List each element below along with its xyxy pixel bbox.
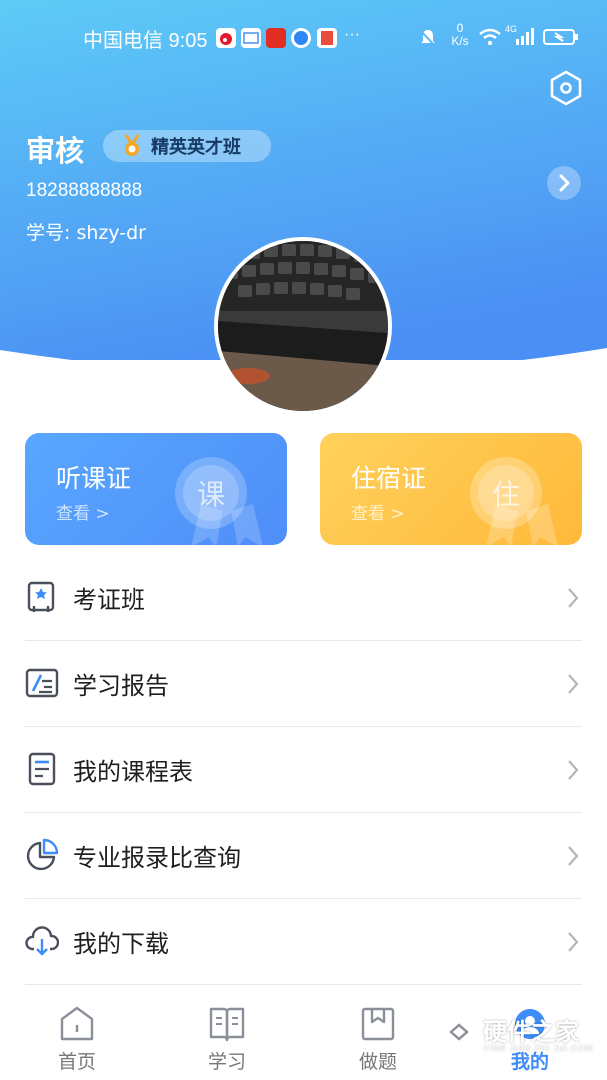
mail-app-icon <box>241 28 261 48</box>
net-speed: 0 K/s <box>449 22 471 48</box>
dorm-pass-title: 住宿证 <box>351 464 427 493</box>
pie-chart-icon <box>26 838 59 871</box>
site-watermark: 硬件之家 YING JIAN ZHI JIA.COM <box>437 1006 607 1066</box>
weibo-app-icon <box>216 28 236 48</box>
menu-item-label: 专业报录比查询 <box>73 844 241 872</box>
net-speed-value: 0 <box>456 21 464 35</box>
menu-item-label: 我的下载 <box>73 930 169 958</box>
menu-list: 考证班 学习报告 我的课程表 专业报录比查询 我的下载 <box>0 555 607 985</box>
lecture-pass-view-link[interactable]: 查看 > <box>56 499 110 524</box>
tab-label: 首页 <box>57 1051 96 1073</box>
watermark-text: 硬件之家 <box>483 1018 579 1046</box>
menu-item-label: 考证班 <box>73 586 145 614</box>
wifi-icon <box>478 27 502 52</box>
medal-icon <box>124 134 140 156</box>
tab-label: 做题 <box>358 1051 397 1073</box>
profile-detail-button[interactable] <box>547 166 581 200</box>
certificate-class-icon <box>27 581 55 612</box>
chevron-right-icon <box>568 932 579 952</box>
tab-home[interactable]: 首页 <box>17 995 137 1080</box>
menu-item-label: 学习报告 <box>73 672 169 700</box>
lecture-pass-title: 听课证 <box>56 464 132 493</box>
class-badge-label: 精英英才班 <box>151 137 241 158</box>
dorm-emblem-icon: 住 <box>470 457 558 545</box>
mute-bell-icon <box>418 27 438 54</box>
student-id: 学号: shzy-dr <box>26 222 146 244</box>
chevron-right-icon <box>568 588 579 608</box>
home-icon <box>60 1006 94 1041</box>
status-bar: 中国电信 9:05 ··· 0 K/s 4G <box>0 0 607 76</box>
battery-charging-icon <box>543 27 579 52</box>
dorm-emblem-text: 住 <box>492 478 520 511</box>
menu-item-label: 我的课程表 <box>73 758 193 786</box>
study-report-icon <box>25 668 59 698</box>
signal-icon <box>514 27 536 52</box>
phone-number: 18288888888 <box>26 180 143 201</box>
chevron-right-icon <box>568 674 579 694</box>
lecture-emblem-text: 课 <box>197 478 225 511</box>
menu-item-schedule[interactable]: 我的课程表 <box>25 727 582 813</box>
menu-item-downloads[interactable]: 我的下载 <box>25 899 582 985</box>
dorm-pass-view-link[interactable]: 查看 > <box>351 499 405 524</box>
avatar-photo <box>218 241 388 411</box>
avatar[interactable] <box>214 237 392 415</box>
chevron-right-icon <box>568 846 579 866</box>
browser-app-icon <box>291 28 311 48</box>
class-badge[interactable]: 精英英才班 <box>103 130 271 162</box>
user-name: 审核 <box>26 134 85 168</box>
dorm-pass-card[interactable]: 住 住宿证 查看 > <box>320 433 582 545</box>
net-speed-unit: K/s <box>451 34 469 48</box>
cloud-download-icon <box>25 926 59 956</box>
watermark-subtext: YING JIAN ZHI JIA.COM <box>483 1044 593 1053</box>
menu-item-certificate-class[interactable]: 考证班 <box>25 555 582 641</box>
pinduoduo-app-icon <box>266 28 286 48</box>
tab-exercise[interactable]: 做题 <box>318 995 438 1080</box>
schedule-icon <box>28 752 56 786</box>
chevron-right-icon <box>568 760 579 780</box>
study-book-icon <box>209 1007 245 1042</box>
tab-label: 学习 <box>207 1051 246 1073</box>
settings-hexagon-icon <box>550 70 582 106</box>
lecture-emblem-icon: 课 <box>175 457 263 545</box>
tab-study[interactable]: 学习 <box>167 995 287 1080</box>
carrier-time: 中国电信 9:05 <box>83 30 208 52</box>
more-notifications: ··· <box>344 26 360 43</box>
watermark-logo-icon <box>441 1010 477 1054</box>
lecture-pass-card[interactable]: 课 听课证 查看 > <box>25 433 287 545</box>
exercise-icon <box>361 1007 395 1041</box>
book-app-icon <box>317 28 337 48</box>
menu-item-admission-ratio[interactable]: 专业报录比查询 <box>25 813 582 899</box>
chevron-right-icon <box>559 174 570 192</box>
menu-item-study-report[interactable]: 学习报告 <box>25 641 582 727</box>
settings-button[interactable] <box>548 69 584 107</box>
